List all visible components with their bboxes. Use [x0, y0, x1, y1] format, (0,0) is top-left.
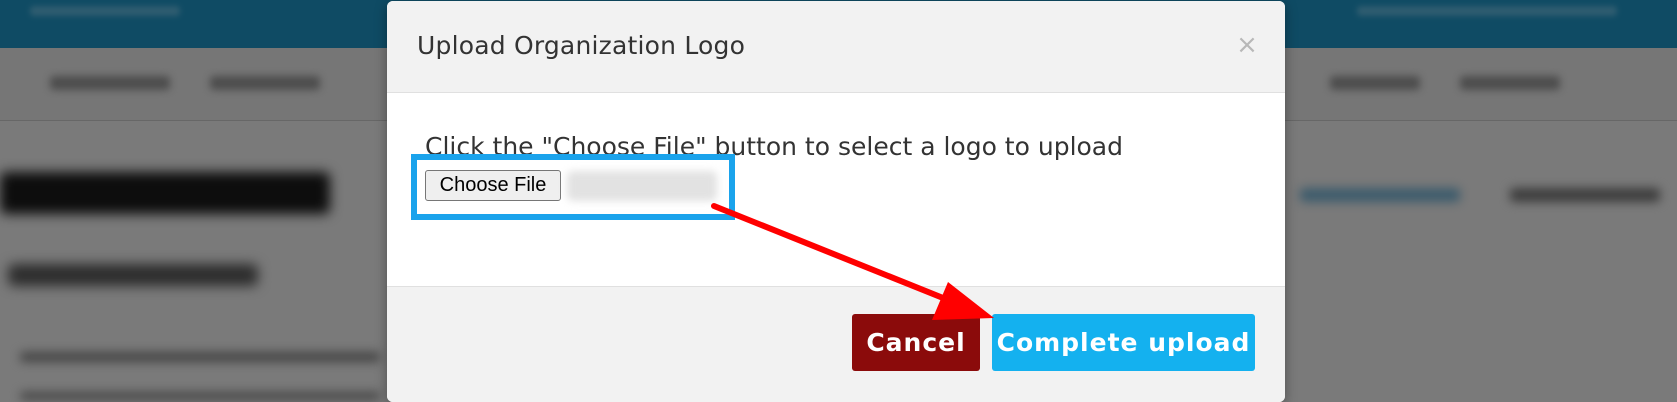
dialog-title: Upload Organization Logo [417, 31, 746, 60]
complete-upload-button[interactable]: Complete upload [992, 314, 1255, 371]
cancel-button[interactable]: Cancel [852, 314, 980, 371]
close-icon[interactable]: × [1235, 32, 1259, 58]
dialog-footer: Cancel Complete upload [387, 286, 1285, 402]
dialog-body: Click the "Choose File" button to select… [387, 93, 1285, 286]
dialog-header: Upload Organization Logo × [387, 1, 1285, 93]
upload-logo-dialog: Upload Organization Logo × Click the "Ch… [387, 1, 1285, 402]
selected-file-name-redacted [567, 171, 717, 201]
choose-file-button[interactable]: Choose File [425, 170, 561, 201]
